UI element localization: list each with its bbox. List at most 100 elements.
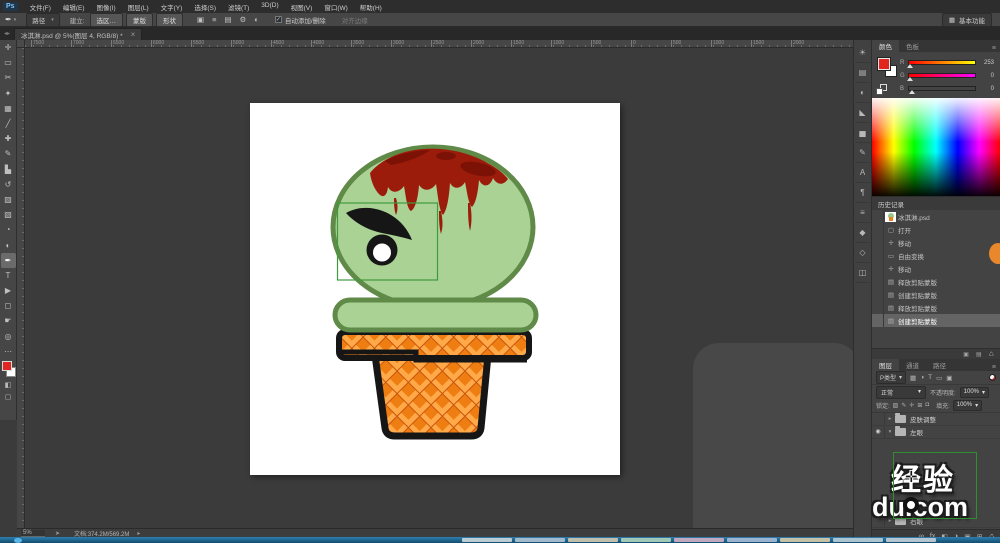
history-brush-source-box[interactable]: [872, 262, 884, 275]
history-brush-source-box[interactable]: [872, 249, 884, 262]
histogram-icon[interactable]: ▅: [855, 123, 870, 143]
tool-mode-select[interactable]: 路径 ▾: [26, 13, 60, 27]
history-item[interactable]: ✛ 移动: [872, 236, 1000, 249]
layer-visibility-eye-icon[interactable]: ◉: [872, 426, 885, 438]
color-swatches[interactable]: [1, 361, 16, 381]
paragraph-icon[interactable]: ¶: [855, 183, 870, 203]
tool-button[interactable]: ⋯: [1, 344, 16, 359]
taskbar-window-tile[interactable]: [833, 538, 883, 542]
menu-item[interactable]: 窗口(W): [318, 2, 353, 12]
status-chevron-icon[interactable]: ▸: [137, 530, 140, 537]
tool-button[interactable]: ╱: [1, 116, 16, 131]
canvas-area[interactable]: 7500700065006000550050004500400035003000…: [17, 40, 853, 537]
menu-item[interactable]: 编辑(E): [57, 2, 91, 12]
path-arrange-icon[interactable]: ▤: [225, 15, 232, 24]
menu-item[interactable]: 图像(I): [91, 2, 122, 12]
character-icon[interactable]: A: [855, 163, 870, 183]
tool-button[interactable]: ▧: [1, 207, 16, 222]
filter-shape-icon[interactable]: ▭: [936, 374, 942, 382]
filter-pixel-icon[interactable]: ▦: [910, 374, 916, 382]
panel-menu-icon[interactable]: ≡: [992, 364, 996, 371]
timeline-icon[interactable]: ◫: [855, 263, 870, 283]
history-brush-source-box[interactable]: [872, 301, 884, 314]
layer-filter-select[interactable]: P类型 ▾: [876, 371, 906, 384]
tool-button[interactable]: T: [1, 268, 16, 283]
menu-item[interactable]: 选择(S): [188, 2, 222, 12]
quick-mask-icon[interactable]: ◧: [5, 381, 12, 393]
tool-button[interactable]: ✂: [1, 70, 16, 85]
make-button[interactable]: 选区…: [90, 13, 124, 27]
foreground-color-swatch[interactable]: [878, 58, 890, 70]
tool-button[interactable]: ☛: [1, 313, 16, 328]
pen-tool-preset-icon[interactable]: ✒: [5, 15, 12, 24]
color-slider[interactable]: B 0: [900, 82, 998, 95]
start-button-icon[interactable]: [14, 538, 22, 543]
history-item[interactable]: ▭ 自由变换: [872, 249, 1000, 262]
blend-mode-select[interactable]: 正常 ▾: [876, 386, 926, 399]
character-styles-icon[interactable]: ≡: [855, 203, 870, 223]
tab-scroll-icon[interactable]: ◂▸: [0, 30, 14, 40]
taskbar-window-tile[interactable]: [674, 538, 724, 542]
document-tab[interactable]: 冰淇淋.psd @ 5%(图层 4, RGB/8) * ×: [14, 28, 142, 40]
panel-trash-icon[interactable]: ♺: [989, 351, 994, 358]
history-brush-source-box[interactable]: [872, 288, 884, 301]
adjustments-icon[interactable]: ☀: [855, 43, 870, 63]
tool-button[interactable]: ◔: [1, 222, 16, 237]
slider-thumb-icon[interactable]: [907, 64, 913, 68]
screen-mode-icon[interactable]: ▢: [5, 393, 12, 405]
foreground-color-swatch[interactable]: [2, 361, 12, 371]
layer-row[interactable]: ◉ ▾ 左眼: [872, 426, 1000, 439]
close-tab-icon[interactable]: ×: [131, 30, 136, 39]
expand-arrow-icon[interactable]: ▾: [885, 429, 895, 435]
history-item[interactable]: ▤ 释放剪贴蒙版: [872, 301, 1000, 314]
taskbar-window-tile[interactable]: [621, 538, 671, 542]
color-spectrum-picker[interactable]: [872, 98, 1000, 196]
tool-button[interactable]: ✚: [1, 131, 16, 146]
history-item[interactable]: 冰淇淋.psd: [872, 210, 1000, 223]
tool-button[interactable]: ▨: [1, 192, 16, 207]
menu-item[interactable]: 3D(D): [255, 2, 284, 12]
collapse-panels-icon[interactable]: ▣: [963, 351, 969, 358]
history-brush-source-box[interactable]: [872, 314, 884, 327]
artboard[interactable]: [250, 103, 620, 475]
tool-button[interactable]: ◐: [1, 237, 16, 252]
panel-menu-icon[interactable]: ≡: [992, 45, 996, 52]
layer-row[interactable]: ▸ 皮肤调整: [872, 413, 1000, 426]
fill-value[interactable]: 100% ▾: [953, 400, 982, 411]
auto-add-checkbox[interactable]: ✓: [275, 16, 282, 23]
color-slider[interactable]: R 253: [900, 56, 998, 69]
history-item[interactable]: ▤ 创建剪贴蒙版: [872, 288, 1000, 301]
history-item[interactable]: ▤ 创建剪贴蒙版: [872, 314, 1000, 327]
history-item[interactable]: ✛ 移动: [872, 262, 1000, 275]
history-item[interactable]: ▤ 释放剪贴蒙版: [872, 275, 1000, 288]
lock-transparent-icon[interactable]: ▨: [893, 402, 899, 409]
menu-item[interactable]: 视图(V): [285, 2, 319, 12]
tool-button[interactable]: ▦: [1, 101, 16, 116]
lock-pixels-icon[interactable]: ✎: [901, 402, 906, 409]
panel-grid-icon[interactable]: ▤: [976, 351, 982, 358]
tool-button[interactable]: ◎: [1, 329, 16, 344]
tool-button[interactable]: ▙: [1, 162, 16, 177]
taskbar-window-tile[interactable]: [462, 538, 512, 542]
menu-item[interactable]: 滤镜(T): [222, 2, 255, 12]
history-brush-source-box[interactable]: [872, 236, 884, 249]
rubber-band-icon[interactable]: ◐: [254, 15, 259, 24]
history-brush-source-box[interactable]: [872, 275, 884, 288]
tool-button[interactable]: ✦: [1, 86, 16, 101]
taskbar-window-tile[interactable]: [568, 538, 618, 542]
path-alignment-icon[interactable]: ≡: [212, 15, 216, 24]
history-brush-source-box[interactable]: [872, 223, 884, 236]
make-button[interactable]: 蒙版: [126, 13, 153, 27]
expand-arrow-icon[interactable]: ▸: [885, 416, 895, 422]
layer-visibility-eye-icon[interactable]: [872, 413, 885, 425]
taskbar-window-tile[interactable]: [515, 538, 565, 542]
tool-button[interactable]: ✎: [1, 146, 16, 161]
menu-item[interactable]: 图层(L): [122, 2, 155, 12]
brush-settings-icon[interactable]: ✎: [855, 143, 870, 163]
make-button[interactable]: 形状: [156, 13, 183, 27]
workspace-switcher[interactable]: ▦ 基本功能: [942, 13, 992, 27]
tab-paths[interactable]: 路径: [926, 359, 953, 371]
libraries-icon[interactable]: ◆: [855, 223, 870, 243]
tool-button[interactable]: ▭: [1, 55, 16, 70]
tab-layers[interactable]: 图层: [872, 359, 899, 371]
